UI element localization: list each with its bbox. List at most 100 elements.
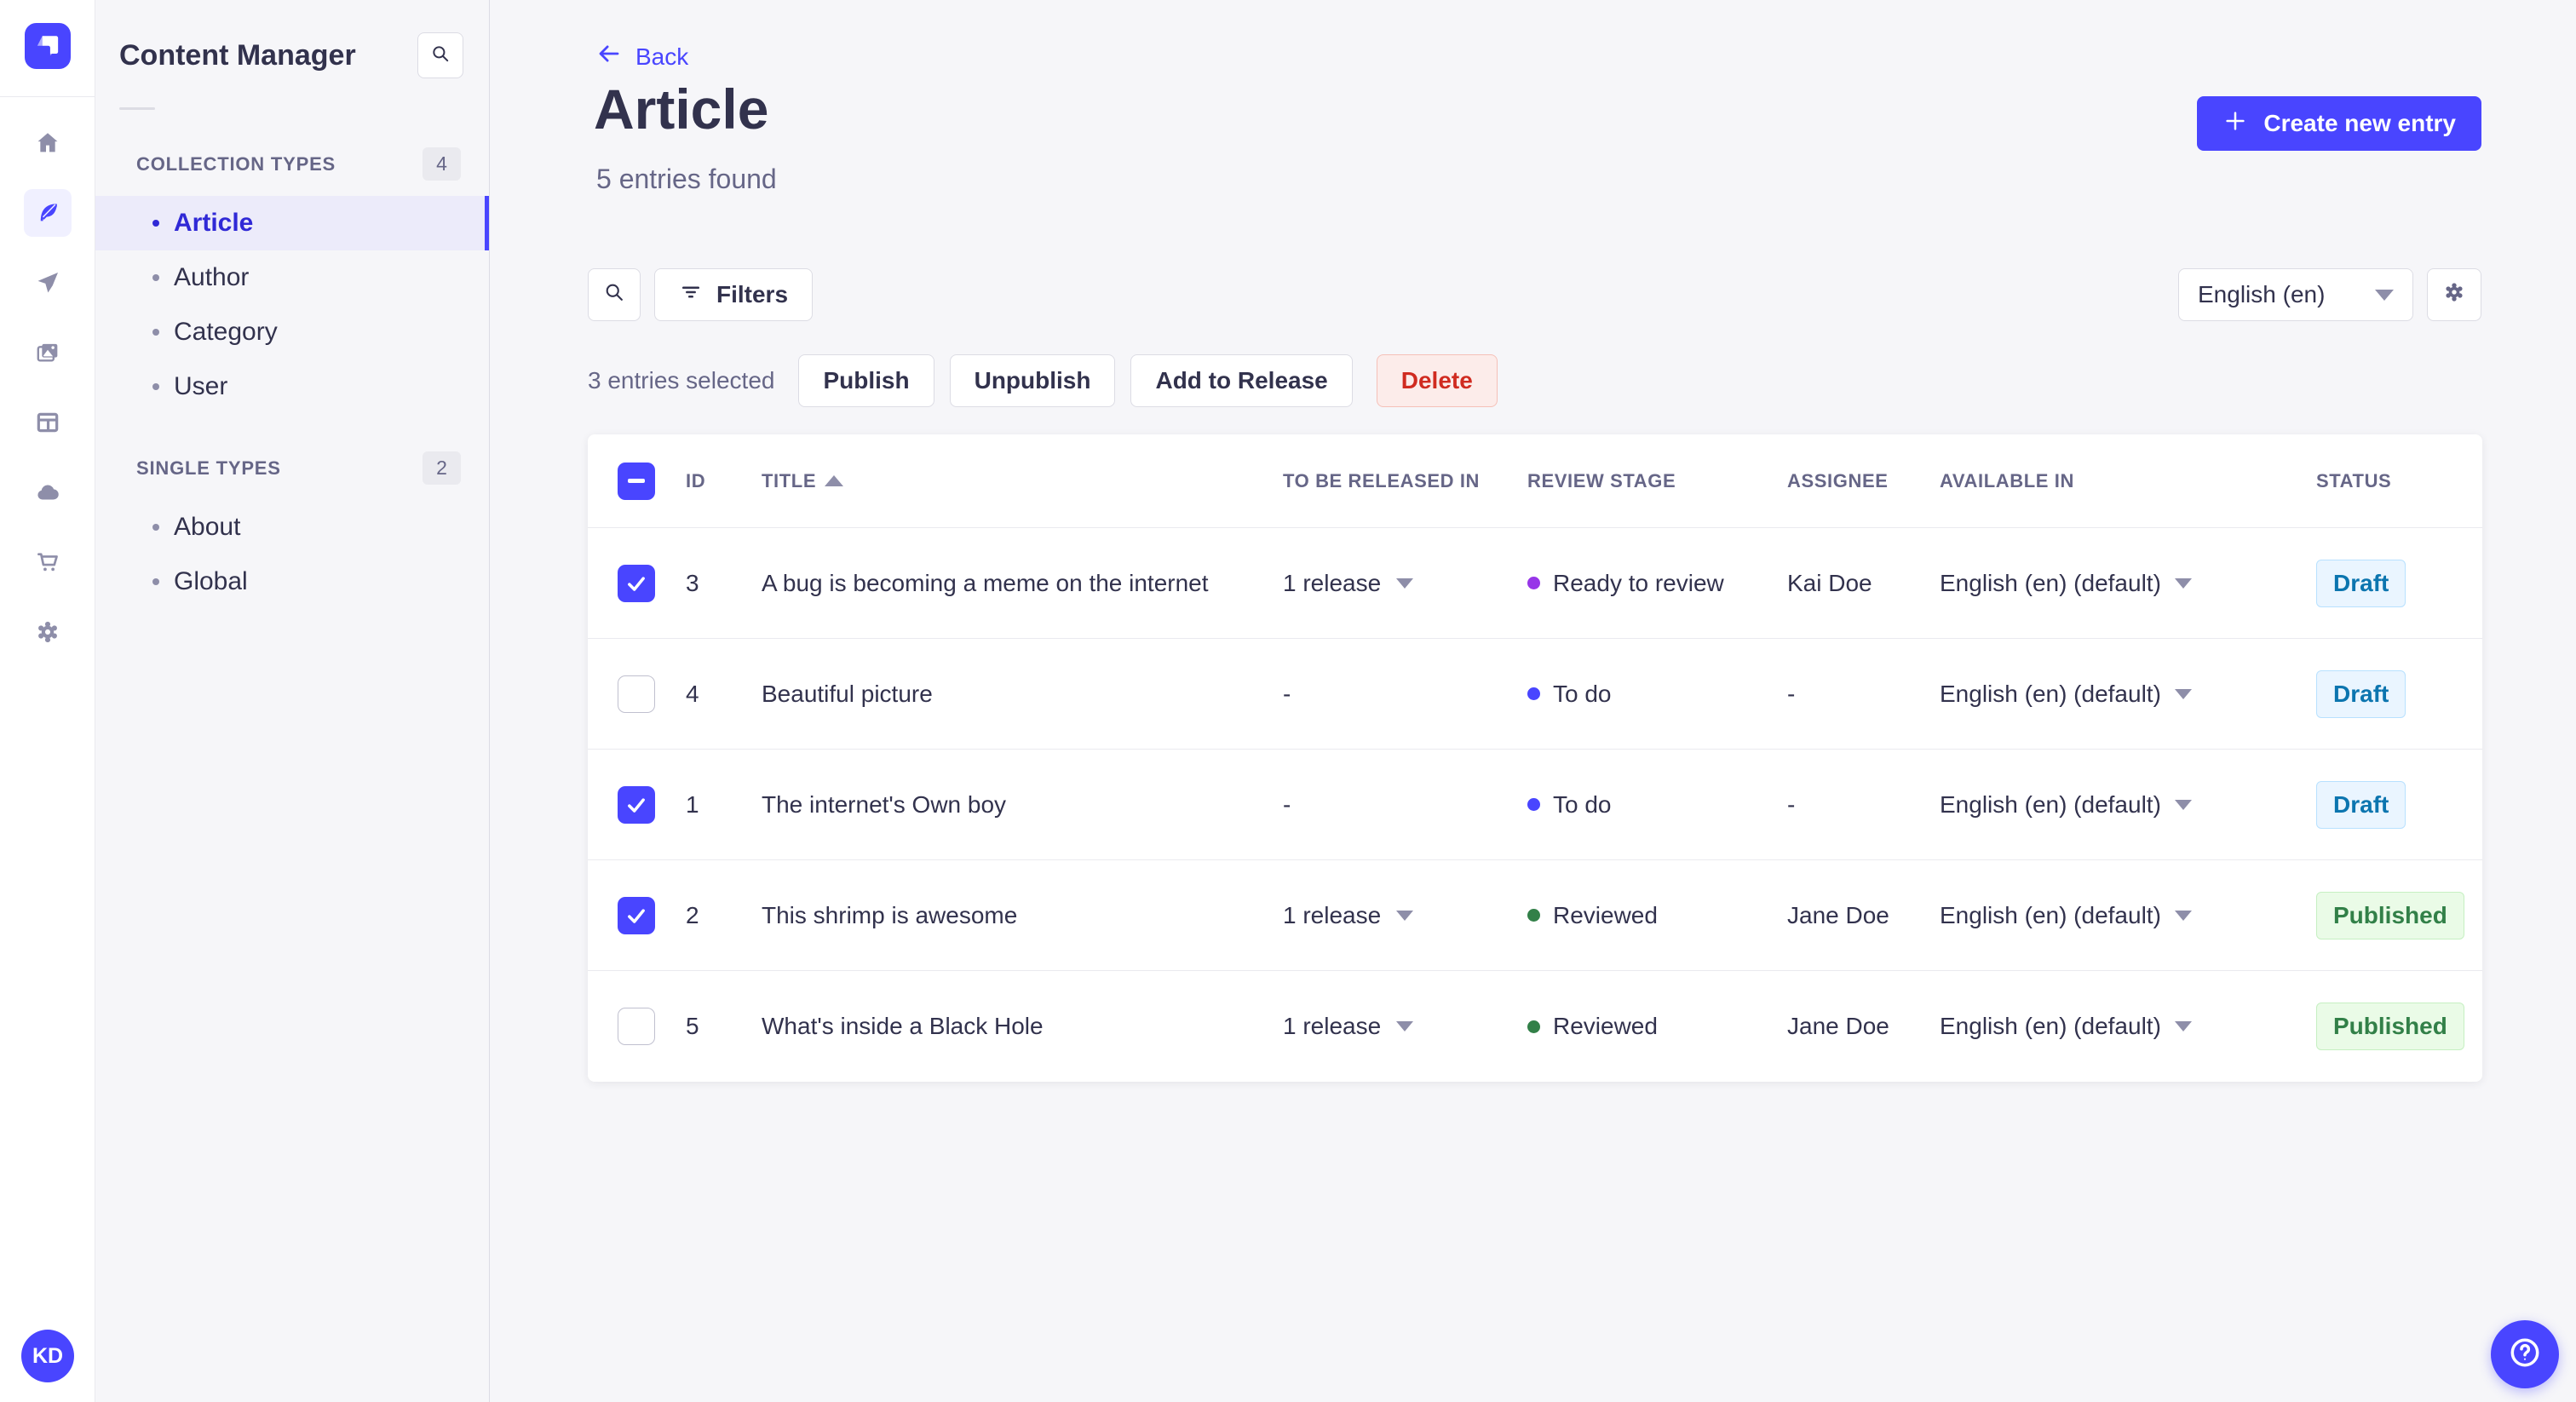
gear-icon bbox=[2442, 280, 2466, 310]
stage-dot bbox=[1527, 1020, 1540, 1033]
stage-dot bbox=[1527, 798, 1540, 811]
sidebar-item-user[interactable]: User bbox=[95, 359, 489, 414]
row-title: This shrimp is awesome bbox=[762, 901, 1018, 928]
select-all-checkbox[interactable] bbox=[618, 462, 655, 500]
table-row[interactable]: 2 This shrimp is awesome 1 release Revie… bbox=[588, 860, 2482, 971]
row-checkbox[interactable] bbox=[618, 564, 655, 602]
section-heading: SINGLE TYPES 2 bbox=[136, 451, 461, 485]
row-id: 4 bbox=[686, 680, 699, 707]
column-header-review-stage: REVIEW STAGE bbox=[1527, 469, 1676, 491]
section-count-badge: 4 bbox=[423, 147, 461, 181]
media-library-icon[interactable] bbox=[24, 329, 72, 376]
sidebar-item-label: Category bbox=[174, 318, 278, 346]
row-review-stage: Ready to review bbox=[1553, 569, 1724, 596]
stage-dot bbox=[1527, 687, 1540, 700]
sidebar-item-author[interactable]: Author bbox=[95, 250, 489, 305]
entries-count: 5 entries found bbox=[596, 164, 777, 194]
status-badge: Published bbox=[2316, 891, 2464, 939]
table-row[interactable]: 1 The internet's Own boy - To do - Engli… bbox=[588, 750, 2482, 860]
table-header-row: ID TITLE TO BE RELEASED IN REVIEW STAGE … bbox=[588, 434, 2482, 528]
row-assignee: - bbox=[1787, 680, 1796, 707]
row-checkbox[interactable] bbox=[618, 1008, 655, 1045]
filters-button[interactable]: Filters bbox=[654, 268, 814, 321]
sidebar-item-article[interactable]: Article bbox=[95, 196, 489, 250]
sidebar-item-label: Global bbox=[174, 567, 248, 595]
row-checkbox[interactable] bbox=[618, 896, 655, 934]
settings-icon[interactable] bbox=[24, 608, 72, 656]
sidebar-item-category[interactable]: Category bbox=[95, 305, 489, 359]
sidebar-item-global[interactable]: Global bbox=[95, 554, 489, 609]
question-circle-icon bbox=[2507, 1335, 2543, 1375]
create-new-entry-button[interactable]: Create new entry bbox=[2197, 96, 2481, 151]
sort-asc-icon bbox=[825, 475, 844, 486]
column-header-status: STATUS bbox=[2316, 469, 2392, 491]
home-icon[interactable] bbox=[24, 119, 72, 167]
content-type-builder-icon[interactable] bbox=[24, 399, 72, 446]
cloud-icon[interactable] bbox=[24, 468, 72, 516]
locale-caret-icon[interactable] bbox=[2174, 799, 2192, 810]
row-release-count: - bbox=[1283, 790, 1291, 818]
row-review-stage: To do bbox=[1553, 680, 1612, 707]
status-badge: Draft bbox=[2316, 559, 2406, 607]
stage-dot bbox=[1527, 577, 1540, 589]
locale-caret-icon[interactable] bbox=[2174, 577, 2192, 589]
unpublish-button[interactable]: Unpublish bbox=[949, 354, 1116, 407]
strapi-logo-icon bbox=[25, 23, 71, 69]
row-available-in: English (en) (default) bbox=[1940, 569, 2161, 596]
delete-button[interactable]: Delete bbox=[1376, 354, 1498, 407]
content-manager-icon[interactable] bbox=[24, 189, 72, 237]
release-caret-icon[interactable] bbox=[1396, 577, 1414, 589]
sidebar-item-label: Article bbox=[174, 209, 254, 237]
search-entries-button[interactable] bbox=[588, 268, 641, 321]
row-checkbox[interactable] bbox=[618, 785, 655, 824]
subnav-title: Content Manager bbox=[119, 38, 356, 72]
sidebar-item-about[interactable]: About bbox=[95, 500, 489, 554]
search-icon bbox=[602, 280, 626, 310]
locale-select[interactable]: English (en) bbox=[2178, 268, 2413, 321]
row-id: 3 bbox=[686, 569, 699, 596]
back-label: Back bbox=[635, 43, 689, 70]
view-settings-button[interactable] bbox=[2427, 268, 2481, 321]
subnav-search-button[interactable] bbox=[417, 32, 463, 78]
help-button[interactable] bbox=[2491, 1320, 2559, 1388]
marketplace-icon[interactable] bbox=[24, 538, 72, 586]
row-review-stage: Reviewed bbox=[1553, 901, 1658, 928]
locale-caret-icon[interactable] bbox=[2174, 1021, 2192, 1031]
column-header-available-in: AVAILABLE IN bbox=[1940, 469, 2074, 491]
publish-button[interactable]: Publish bbox=[798, 354, 934, 407]
user-avatar[interactable]: KD bbox=[21, 1330, 74, 1382]
back-link[interactable]: Back bbox=[596, 41, 688, 72]
bullet-icon bbox=[152, 274, 159, 281]
locale-caret-icon[interactable] bbox=[2174, 688, 2192, 699]
page-title: Article bbox=[594, 78, 769, 141]
row-id: 5 bbox=[686, 1013, 699, 1039]
sidebar-item-label: Author bbox=[174, 263, 250, 291]
main-content: Back Article 5 entries found Create new … bbox=[490, 0, 2576, 1402]
releases-icon[interactable] bbox=[24, 259, 72, 307]
selection-action-bar: 3 entries selected Publish Unpublish Add… bbox=[588, 354, 1498, 407]
release-caret-icon[interactable] bbox=[1396, 1021, 1414, 1031]
row-id: 1 bbox=[686, 790, 699, 818]
column-header-assignee: ASSIGNEE bbox=[1787, 469, 1889, 491]
bullet-icon bbox=[152, 220, 159, 227]
status-badge: Draft bbox=[2316, 669, 2406, 718]
release-caret-icon[interactable] bbox=[1396, 910, 1414, 921]
table-row[interactable]: 4 Beautiful picture - To do - English (e… bbox=[588, 639, 2482, 750]
locale-caret-icon[interactable] bbox=[2174, 910, 2192, 921]
section-count-badge: 2 bbox=[423, 451, 461, 485]
row-assignee: - bbox=[1787, 790, 1796, 818]
add-to-release-button[interactable]: Add to Release bbox=[1130, 354, 1353, 407]
column-header-title[interactable]: TITLE bbox=[762, 470, 1283, 492]
table-row[interactable]: 5 What's inside a Black Hole 1 release R… bbox=[588, 971, 2482, 1082]
row-release-count: - bbox=[1283, 680, 1291, 707]
stage-dot bbox=[1527, 909, 1540, 922]
row-checkbox[interactable] bbox=[618, 675, 655, 713]
status-badge: Published bbox=[2316, 1003, 2464, 1050]
chevron-down-icon bbox=[2375, 289, 2394, 301]
section-heading: COLLECTION TYPES 4 bbox=[136, 147, 461, 181]
row-available-in: English (en) (default) bbox=[1940, 790, 2161, 818]
table-row[interactable]: 3 A bug is becoming a meme on the intern… bbox=[588, 528, 2482, 639]
arrow-left-icon bbox=[596, 41, 622, 72]
row-release-count: 1 release bbox=[1283, 569, 1382, 596]
main-nav-rail: KD bbox=[0, 0, 95, 1402]
